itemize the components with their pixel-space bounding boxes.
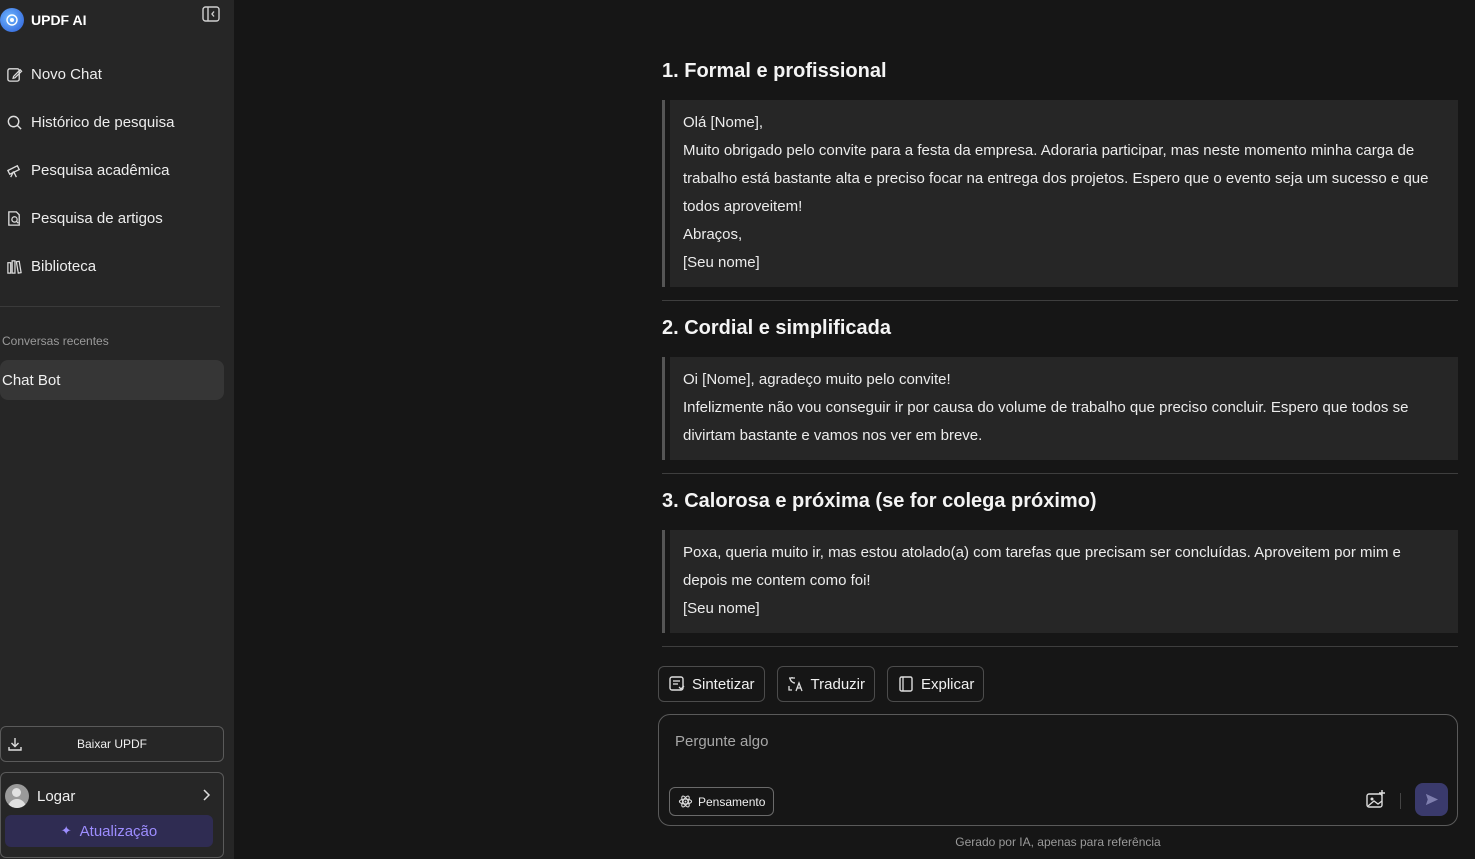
image-upload-icon[interactable] — [1365, 789, 1387, 811]
sidebar-item-label: Pesquisa de artigos — [31, 209, 163, 227]
app-name: UPDF AI — [31, 12, 87, 28]
input-separator — [1400, 793, 1401, 809]
quote-line: Oi [Nome], agradeço muito pelo convite! — [683, 371, 951, 388]
sidebar-item-label: Histórico de pesquisa — [31, 113, 175, 131]
quote-line: Poxa, queria muito ir, mas estou atolado… — [683, 544, 1401, 561]
ai-disclaimer: Gerado por IA, apenas para referência — [955, 835, 1161, 849]
translate-button[interactable]: Traduzir — [776, 666, 875, 702]
download-icon — [8, 738, 22, 751]
chat-input-box: Pensamento — [658, 714, 1458, 826]
sidebar-item-historico[interactable]: Histórico de pesquisa — [0, 102, 224, 142]
sidebar-item-label: Novo Chat — [31, 65, 102, 83]
login-label: Logar — [37, 787, 76, 805]
quote-line: trabalho está bastante alta e preciso fo… — [683, 170, 1429, 187]
section-divider — [662, 300, 1458, 301]
summarize-label: Sintetizar — [692, 675, 755, 693]
send-button[interactable] — [1415, 783, 1448, 816]
download-updf-button[interactable]: Baixar UPDF — [0, 726, 224, 762]
quote-line: Olá [Nome], — [683, 114, 764, 131]
explain-button[interactable]: Explicar — [887, 666, 985, 702]
response-actions: Sintetizar Traduzir Explicar — [658, 666, 985, 702]
translate-label: Traduzir — [810, 675, 865, 693]
quote-line: Muito obrigado pelo convite para a festa… — [683, 142, 1415, 159]
sidebar-collapse-icon[interactable] — [202, 6, 220, 22]
telescope-icon — [7, 164, 21, 177]
quote-line: todos aproveitem! — [683, 198, 803, 215]
upgrade-button[interactable]: ✦ Atualização — [5, 815, 213, 847]
doc-search-icon — [8, 210, 20, 226]
thinking-label: Pensamento — [698, 794, 766, 809]
translate-icon — [787, 677, 803, 692]
quote-line: [Seu nome] — [683, 600, 760, 617]
section-divider — [662, 473, 1458, 474]
account-panel: Logar ✦ Atualização — [0, 772, 224, 858]
download-label: Baixar UPDF — [76, 737, 147, 751]
summarize-icon — [669, 676, 685, 691]
brand: UPDF AI — [0, 6, 234, 34]
sidebar-item-pesquisa-academica[interactable]: Pesquisa acadêmica — [0, 150, 224, 190]
library-icon — [7, 259, 22, 274]
chevron-right-icon — [203, 789, 211, 801]
upgrade-label: Atualização — [79, 822, 158, 840]
avatar — [5, 784, 29, 808]
sidebar-divider — [0, 306, 220, 307]
section-title: 3. Calorosa e próxima (se for colega pró… — [662, 490, 1097, 512]
quote-line: divirtam bastante e vamos nos ver em bre… — [683, 427, 983, 444]
quote-line: depois me contem como foi! — [683, 572, 871, 589]
chat-input[interactable] — [675, 733, 1355, 773]
section-title: 2. Cordial e simplificada — [662, 317, 891, 339]
quote-block: Poxa, queria muito ir, mas estou atolado… — [662, 530, 1458, 633]
quote-block: Oi [Nome], agradeço muito pelo convite! … — [662, 357, 1458, 460]
sidebar: UPDF AI Novo Chat Histórico de pesquisa … — [0, 0, 234, 859]
edit-icon — [7, 67, 23, 82]
sidebar-item-label: Pesquisa acadêmica — [31, 161, 170, 179]
section-title: 1. Formal e profissional — [662, 60, 887, 82]
sidebar-item-biblioteca[interactable]: Biblioteca — [0, 246, 224, 286]
sidebar-nav: Novo Chat Histórico de pesquisa Pesquisa… — [0, 54, 224, 294]
quote-line: [Seu nome] — [683, 254, 760, 271]
recent-conversations-label: Conversas recentes — [2, 334, 109, 348]
search-icon — [7, 115, 22, 130]
sidebar-item-pesquisa-artigos[interactable]: Pesquisa de artigos — [0, 198, 224, 238]
quote-line: Infelizmente não vou conseguir ir por ca… — [683, 399, 1409, 416]
sidebar-item-novo-chat[interactable]: Novo Chat — [0, 54, 224, 94]
quote-line: Abraços, — [683, 226, 743, 243]
send-icon — [1425, 793, 1439, 806]
recent-conversation-item[interactable]: Chat Bot — [0, 360, 224, 400]
sidebar-item-label: Biblioteca — [31, 257, 97, 275]
thinking-toggle[interactable]: Pensamento — [669, 787, 775, 816]
section-divider — [662, 646, 1458, 647]
quote-block: Olá [Nome], Muito obrigado pelo convite … — [662, 100, 1458, 287]
atom-icon — [678, 795, 693, 808]
login-button[interactable]: Logar — [5, 783, 217, 809]
sparkle-icon: ✦ — [60, 823, 72, 838]
explain-label: Explicar — [921, 675, 975, 693]
book-icon — [899, 676, 913, 692]
summarize-button[interactable]: Sintetizar — [658, 666, 765, 702]
updf-logo-icon — [0, 8, 24, 32]
